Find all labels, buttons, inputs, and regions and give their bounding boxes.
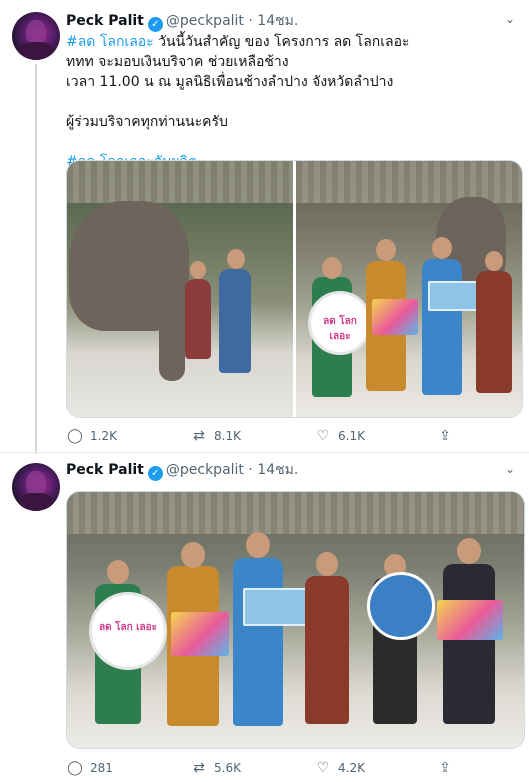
reply-button[interactable]: ◯ 1.2K — [66, 428, 117, 444]
tweet-action-bar: ◯ 1.2K ⇄ 8.1K ♡ 6.1K ⇪ — [66, 428, 466, 446]
share-icon: ⇪ — [439, 428, 451, 444]
tweet-media[interactable]: ลด โลก เลอะ — [66, 491, 525, 749]
verified-check-icon: ✓ — [147, 17, 163, 32]
tweet-media-grid[interactable]: ลด โลก เลอะ — [66, 160, 523, 418]
tweet-line-4: ผู้ร่วมบริจาคทุกท่านนะครับ — [66, 114, 228, 130]
tweet-line-2: ททท จะมอบเงินบริจาค ช่วยเหลือช้าง — [66, 54, 289, 70]
tweet-timestamp[interactable]: 14ชม. — [257, 13, 298, 29]
tweet-timestamp[interactable]: 14ชม. — [257, 462, 298, 478]
chevron-down-icon[interactable]: ⌄ — [505, 12, 515, 26]
chevron-down-icon[interactable]: ⌄ — [505, 462, 515, 476]
like-button[interactable]: ♡ 4.2K — [314, 760, 365, 776]
sign-label: ลด โลก เลอะ — [323, 316, 357, 343]
share-icon: ⇪ — [439, 760, 451, 776]
author-name[interactable]: Peck Palit — [66, 13, 144, 29]
like-count: 4.2K — [338, 761, 365, 775]
photo-group-donation-wide[interactable]: ลด โลก เลอะ — [67, 492, 524, 748]
sign-label: ลด โลก เลอะ — [98, 622, 158, 634]
avatar[interactable] — [12, 463, 60, 511]
retweet-button[interactable]: ⇄ 8.1K — [190, 428, 241, 444]
avatar[interactable] — [12, 12, 60, 60]
tweet-action-bar: ◯ 281 ⇄ 5.6K ♡ 4.2K ⇪ — [66, 760, 466, 778]
heart-icon: ♡ — [316, 428, 330, 444]
reply-icon: ◯ — [67, 428, 83, 444]
reply-count: 1.2K — [90, 429, 117, 443]
retweet-count: 5.6K — [214, 761, 241, 775]
separator-dot: · — [243, 462, 258, 478]
share-button[interactable]: ⇪ — [436, 760, 460, 776]
reply-icon: ◯ — [67, 760, 83, 776]
tweet-header: Peck Palit ✓ @peckpalit · 14ชม. — [66, 461, 298, 481]
tweet-1[interactable]: Peck Palit ✓ @peckpalit · 14ชม. ⌄ #ลด โลกเ… — [0, 0, 529, 454]
author-handle[interactable]: @peckpalit — [166, 462, 244, 478]
share-button[interactable]: ⇪ — [436, 428, 460, 444]
tweet-line-text: วันนี้วันสำคัญ ของ โครงการ ลด โลกเลอะ — [153, 34, 410, 50]
photo-group-donation[interactable]: ลด โลก เลอะ — [296, 161, 522, 417]
author-handle[interactable]: @peckpalit — [166, 13, 244, 29]
tweet-line-3: เวลา 11.00 น ณ มูลนิธิเพื่อนช้างลำปาง จั… — [66, 74, 394, 90]
heart-icon: ♡ — [316, 760, 330, 776]
verified-check-icon: ✓ — [147, 466, 163, 481]
retweet-icon: ⇄ — [193, 428, 205, 444]
author-name[interactable]: Peck Palit — [66, 462, 144, 478]
hashtag-link[interactable]: #ลด โลกเลอะ — [66, 34, 154, 50]
reply-button[interactable]: ◯ 281 — [66, 760, 113, 776]
reply-count: 281 — [90, 761, 113, 775]
tweet-text: #ลด โลกเลอะ วันนี้วันสำคัญ ของ โครงการ ล… — [66, 32, 516, 172]
tweet-line-1: #ลด โลกเลอะ วันนี้วันสำคัญ ของ โครงการ ล… — [66, 32, 516, 52]
like-button[interactable]: ♡ 6.1K — [314, 428, 365, 444]
separator-dot: · — [243, 13, 258, 29]
retweet-icon: ⇄ — [193, 760, 205, 776]
thread-connector-line — [35, 64, 37, 454]
tweet-2[interactable]: Peck Palit ✓ @peckpalit · 14ชม. ⌄ ลด โลก เ… — [0, 452, 529, 782]
retweet-count: 8.1K — [214, 429, 241, 443]
like-count: 6.1K — [338, 429, 365, 443]
tweet-header: Peck Palit ✓ @peckpalit · 14ชม. — [66, 12, 298, 32]
retweet-button[interactable]: ⇄ 5.6K — [190, 760, 241, 776]
photo-elephant-feeding[interactable] — [67, 161, 293, 417]
